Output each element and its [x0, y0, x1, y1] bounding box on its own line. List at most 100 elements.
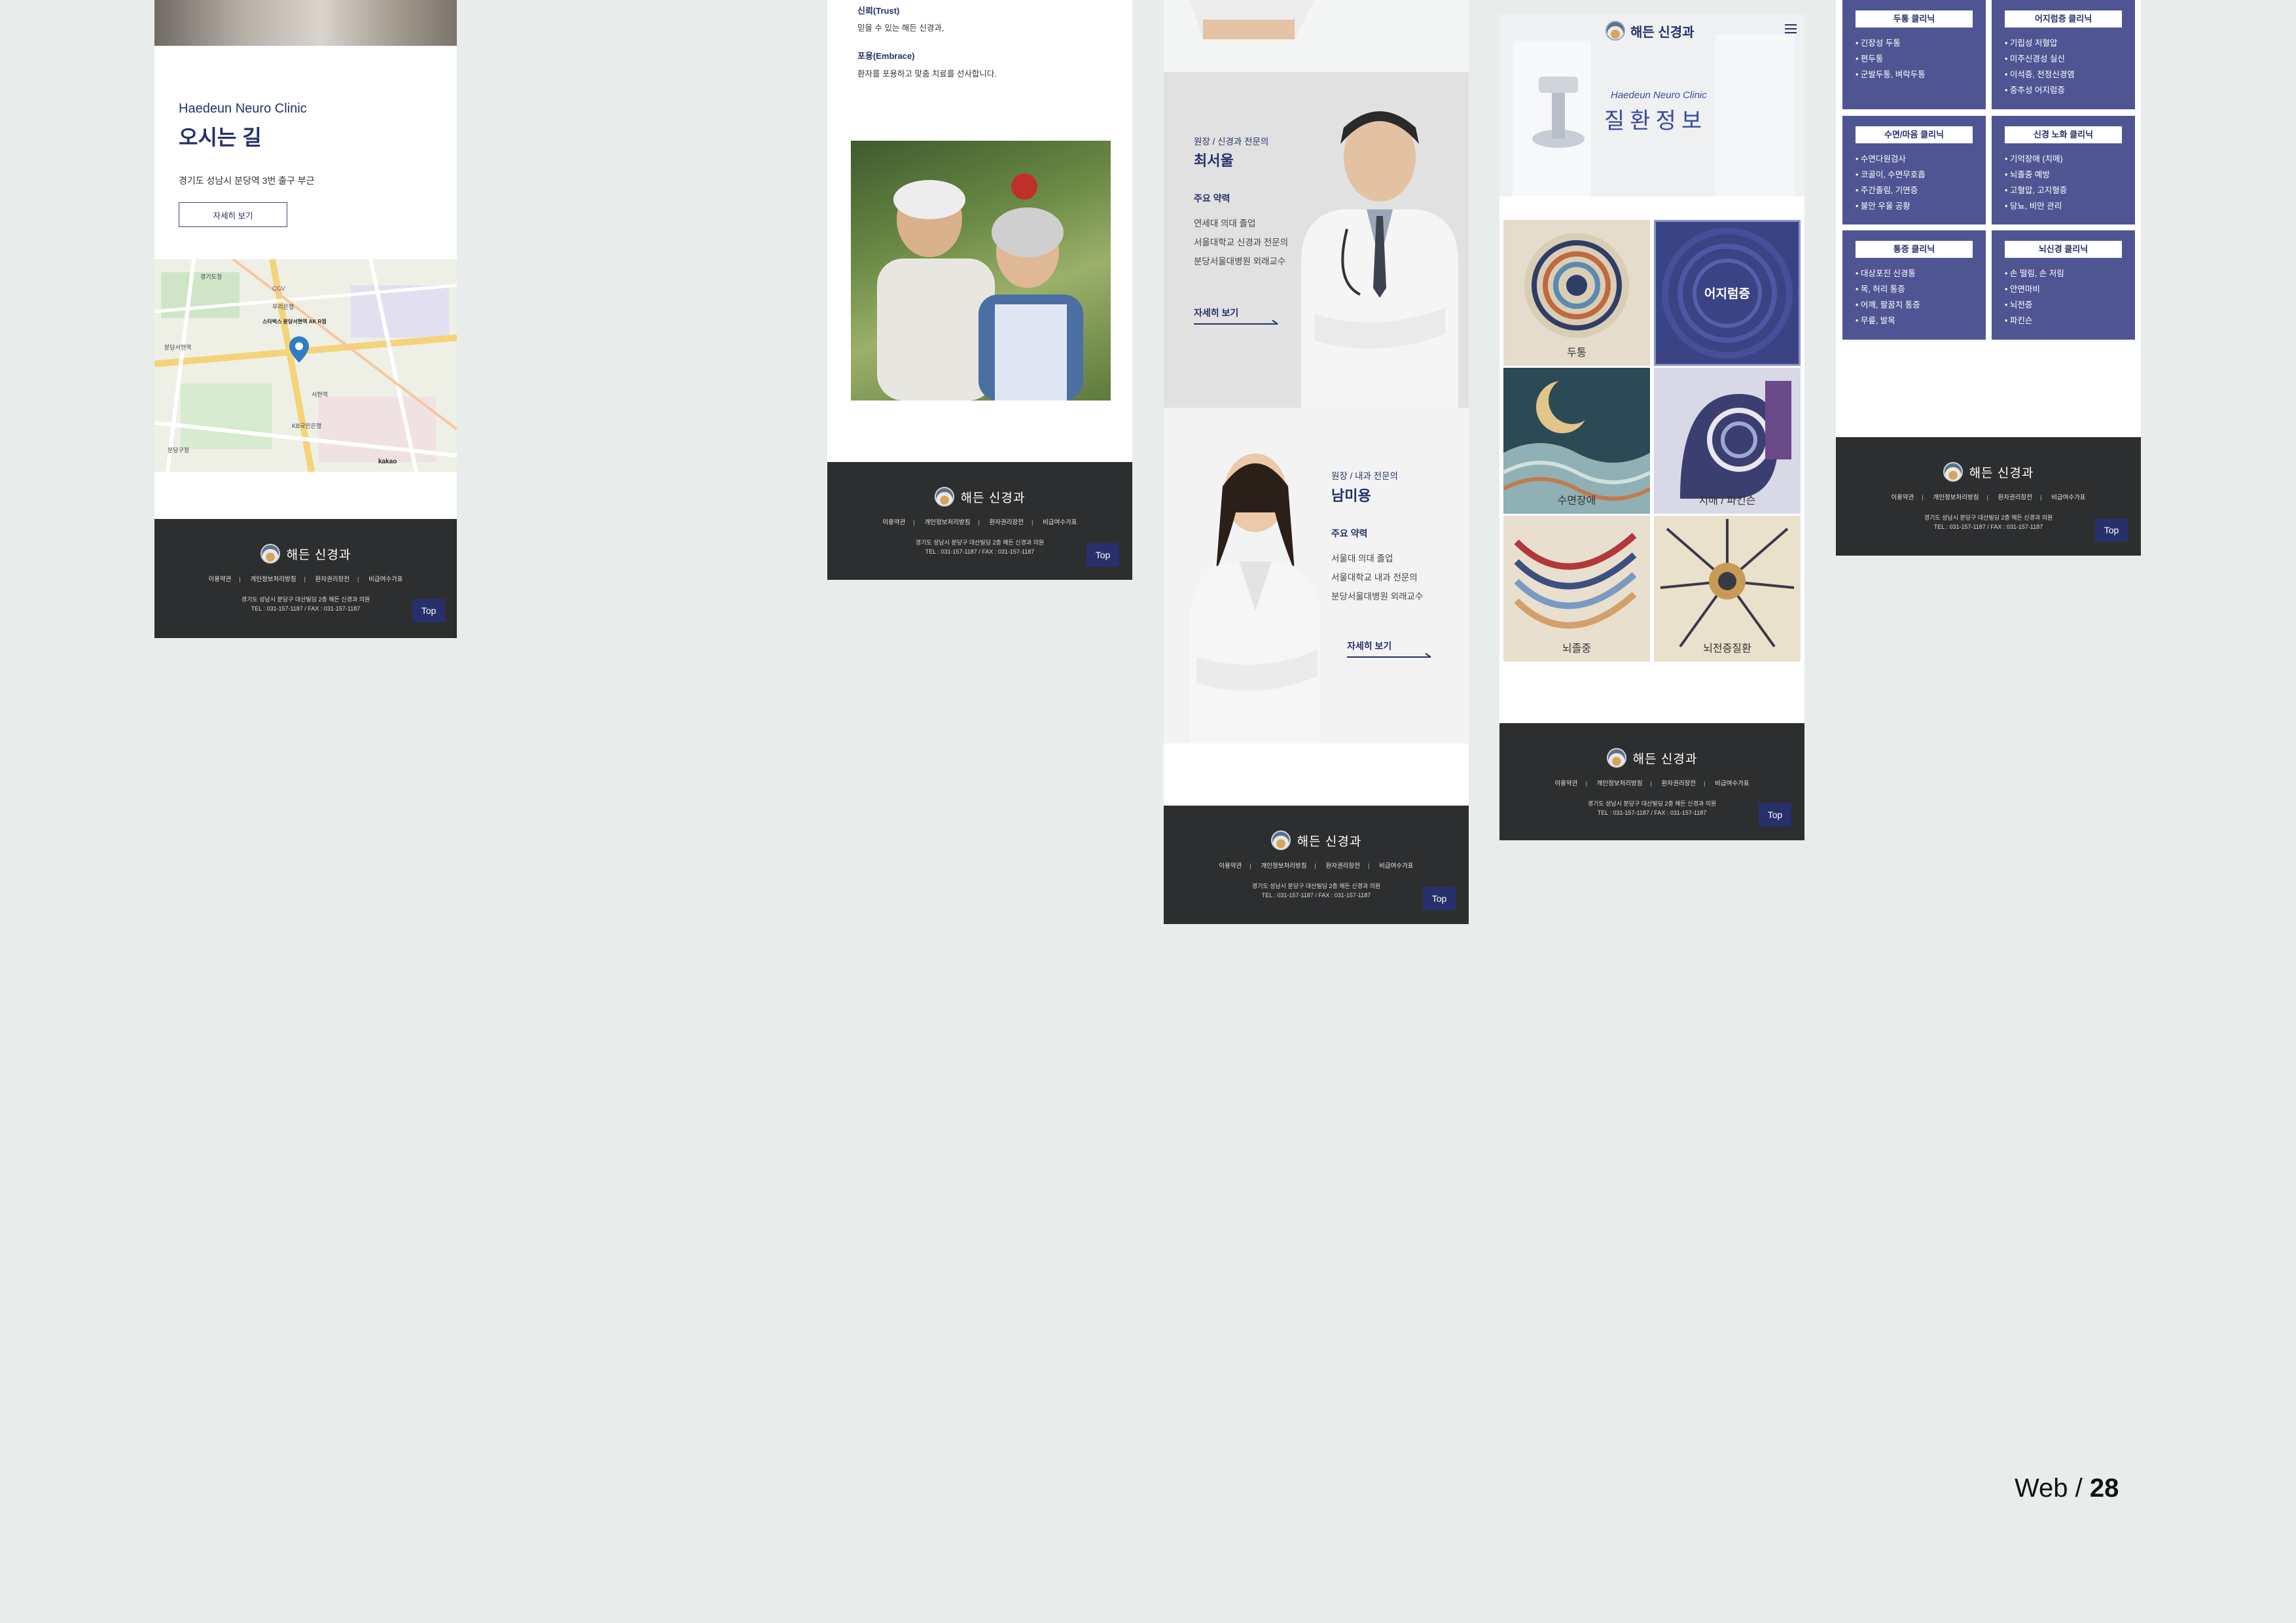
clinic-box-title: 통증 클리닉 [1856, 241, 1973, 258]
site-footer: 해든 신경과 이용약관 | 개인정보처리방침 | 환자권리장전 | 비급여수가표 경기… [1164, 806, 1469, 924]
embrace-text: 환자를 포용하고 맞춤 치료를 선사합니다. [857, 69, 997, 79]
top-button[interactable]: Top [1423, 887, 1456, 910]
footer-link[interactable]: 개인정보처리방침 [925, 519, 971, 526]
footer-link[interactable]: 환자권리장전 [1998, 494, 2032, 501]
clinic-item: 무릎, 발목 [1856, 313, 1975, 329]
clinic-item-list: 손 떨림, 손 저림 안면마비 뇌전증 파킨슨 [2002, 266, 2125, 329]
logo-icon [260, 544, 280, 563]
footer-link[interactable]: 비급여수가표 [1379, 863, 1413, 870]
more-link[interactable]: 자세히 보기 [1194, 306, 1279, 326]
footer-link[interactable]: 환자권리장전 [315, 576, 350, 583]
top-photo [154, 0, 457, 46]
location-map[interactable]: 경기도청 CGV 우리은행 스타벅스 분당서현역 AK R점 분당서현역 서현역… [154, 259, 457, 472]
clinic-item-list: 수면다원검사 코골이, 수면무호흡 주간졸림, 기면증 불안 우울 공황 [1853, 151, 1975, 214]
map-label: kakao [378, 458, 397, 465]
header-logo[interactable]: 해든 신경과 [1605, 21, 1695, 41]
disease-tile-sleep[interactable]: 수면장애 [1503, 368, 1650, 514]
disease-tile-headache[interactable]: 두통 [1503, 220, 1650, 366]
clinic-box[interactable]: 두통 클리닉 긴장성 두통 편두통 군발두통, 벼락두통 [1842, 0, 1986, 109]
footer-links: 이용약관 | 개인정보처리방침 | 환자권리장전 | 비급여수가표 [1891, 494, 2086, 501]
clinic-box[interactable]: 통증 클리닉 대상포진 신경통 목, 허리 통증 어깨, 팔꿈치 통증 무릎, … [1842, 230, 1986, 340]
hamburger-icon[interactable] [1785, 24, 1797, 33]
page-label-number: 28 [2089, 1474, 2119, 1503]
footer-brand: 해든 신경과 [286, 548, 351, 562]
footer-link[interactable]: 개인정보처리방침 [1933, 494, 1979, 501]
site-footer: 해든 신경과 이용약관 | 개인정보처리방침 | 환자권리장전 | 비급여수가표 경기… [1836, 437, 2141, 556]
map-label: 경기도청 [200, 274, 223, 280]
logo-icon [934, 487, 954, 507]
clinic-item: 불안 우울 공황 [1856, 198, 1975, 214]
footer-logo[interactable]: 해든 신경과 [1836, 462, 2141, 482]
clinic-item: 뇌전증 [2005, 297, 2125, 313]
clinic-item: 파킨슨 [2005, 313, 2125, 329]
footer-link[interactable]: 환자권리장전 [1662, 780, 1696, 787]
clinic-item: 기립성 저혈압 [2005, 35, 2125, 51]
top-button[interactable]: Top [1086, 543, 1119, 567]
more-link[interactable]: 자세히 보기 [1347, 639, 1432, 659]
career-title: 주요 약력 [1331, 528, 1368, 539]
logo-icon [1605, 21, 1625, 41]
clinic-box-title: 수면/마음 클리닉 [1856, 126, 1973, 143]
doctor-card: 원장 / 신경과 전문의 최서울 주요 약력 연세대 의대 졸업 서울대학교 신… [1164, 72, 1469, 408]
top-button[interactable]: Top [2095, 518, 2128, 542]
clinic-box[interactable]: 어지럼증 클리닉 기립성 저혈압 미주신경성 실신 이석증, 전정신경염 중추성… [1992, 0, 2135, 109]
arrow-icon [1347, 656, 1431, 658]
panel-clinics: 두통 클리닉 긴장성 두통 편두통 군발두통, 벼락두통 어지럼증 클리닉 기립… [1836, 0, 2141, 556]
footer-logo[interactable]: 해든 신경과 [1499, 748, 1804, 768]
map-label: KB국민은행 [292, 423, 322, 429]
footer-logo[interactable]: 해든 신경과 [827, 487, 1132, 507]
top-strip [1164, 0, 1469, 72]
site-footer: 해든 신경과 이용약관 | 개인정보처리방침 | 환자권리장전 | 비급여수가표 경기… [1499, 723, 1804, 840]
footer-link[interactable]: 환자권리장전 [1326, 863, 1360, 870]
footer-link[interactable]: 개인정보처리방침 [1597, 780, 1643, 787]
footer-link[interactable]: 환자권리장전 [990, 519, 1024, 526]
footer-address: 경기도 성남시 분당구 대산빌딩 2층 해든 신경과 의원 TEL : 031-… [154, 595, 457, 614]
page-title: 오시는 길 [179, 126, 262, 149]
doctor-arm-illustration [1190, 0, 1314, 39]
header-brand: 해든 신경과 [1630, 25, 1695, 40]
clinic-item: 이석증, 전정신경염 [2005, 67, 2125, 82]
footer-link[interactable]: 개인정보처리방침 [1261, 863, 1307, 870]
clinic-item: 손 떨림, 손 저림 [2005, 266, 2125, 281]
footer-brand: 해든 신경과 [960, 491, 1026, 505]
footer-logo[interactable]: 해든 신경과 [154, 544, 457, 563]
footer-link[interactable]: 비급여수가표 [2051, 494, 2085, 501]
footer-links: 이용약관 | 개인정보처리방침 | 환자권리장전 | 비급여수가표 [1219, 863, 1414, 870]
footer-link[interactable]: 이용약관 [882, 519, 905, 526]
clinic-item-list: 기립성 저혈압 미주신경성 실신 이석증, 전정신경염 중추성 어지럼증 [2002, 35, 2125, 98]
tile-caption: 뇌전증질환 [1703, 643, 1751, 654]
footer-link[interactable]: 이용약관 [1554, 780, 1577, 787]
clinic-box[interactable]: 수면/마음 클리닉 수면다원검사 코골이, 수면무호흡 주간졸림, 기면증 불안… [1842, 116, 1986, 224]
tile-caption: 두통 [1567, 348, 1587, 359]
disease-tile-stroke[interactable]: 뇌졸중 [1503, 516, 1650, 662]
tile-caption: 뇌졸중 [1562, 643, 1592, 654]
clinic-item: 당뇨, 비만 관리 [2005, 198, 2125, 214]
footer-link[interactable]: 개인정보처리방침 [251, 576, 296, 583]
disease-tile-epilepsy[interactable]: 뇌전증질환 [1654, 516, 1801, 662]
clinic-item: 주간졸림, 기면증 [1856, 183, 1975, 198]
footer-logo[interactable]: 해든 신경과 [1164, 830, 1469, 850]
trust-title: 신뢰(Trust) [857, 6, 900, 16]
footer-link[interactable]: 이용약관 [208, 576, 231, 583]
footer-link[interactable]: 이용약관 [1891, 494, 1914, 501]
more-link-label: 자세히 보기 [1347, 641, 1392, 651]
map-label: 분당서현역 [164, 344, 192, 351]
disease-tile-dementia[interactable]: 치매 / 파킨슨 [1654, 368, 1801, 514]
footer-link[interactable]: 비급여수가표 [1043, 519, 1077, 526]
disease-tile-dizziness[interactable]: 어지럼증 [1654, 220, 1801, 366]
map-pin-icon[interactable] [289, 336, 309, 363]
footer-link[interactable]: 비급여수가표 [1715, 780, 1749, 787]
clinic-box[interactable]: 뇌신경 클리닉 손 떨림, 손 저림 안면마비 뇌전증 파킨슨 [1992, 230, 2135, 340]
career-item: 서울대 의대 졸업 [1331, 554, 1393, 563]
clinic-item-list: 대상포진 신경통 목, 허리 통증 어깨, 팔꿈치 통증 무릎, 발목 [1853, 266, 1975, 329]
top-button[interactable]: Top [412, 599, 445, 622]
footer-link[interactable]: 비급여수가표 [368, 576, 403, 583]
top-button[interactable]: Top [1759, 803, 1791, 827]
clinic-box[interactable]: 신경 노화 클리닉 기억장애 (치매) 뇌졸중 예방 고혈압, 고지혈증 당뇨,… [1992, 116, 2135, 224]
hero-banner: 해든 신경과 Haedeun Neuro Clinic 질환정보 [1499, 14, 1804, 196]
footer-link[interactable]: 이용약관 [1219, 863, 1242, 870]
detail-button[interactable]: 자세히 보기 [179, 202, 287, 227]
site-footer: 해든 신경과 이용약관 | 개인정보처리방침 | 환자권리장전 | 비급여수가표 경기… [154, 519, 457, 638]
map-label: 분당구청 [168, 447, 190, 454]
more-link-label: 자세히 보기 [1194, 308, 1239, 318]
